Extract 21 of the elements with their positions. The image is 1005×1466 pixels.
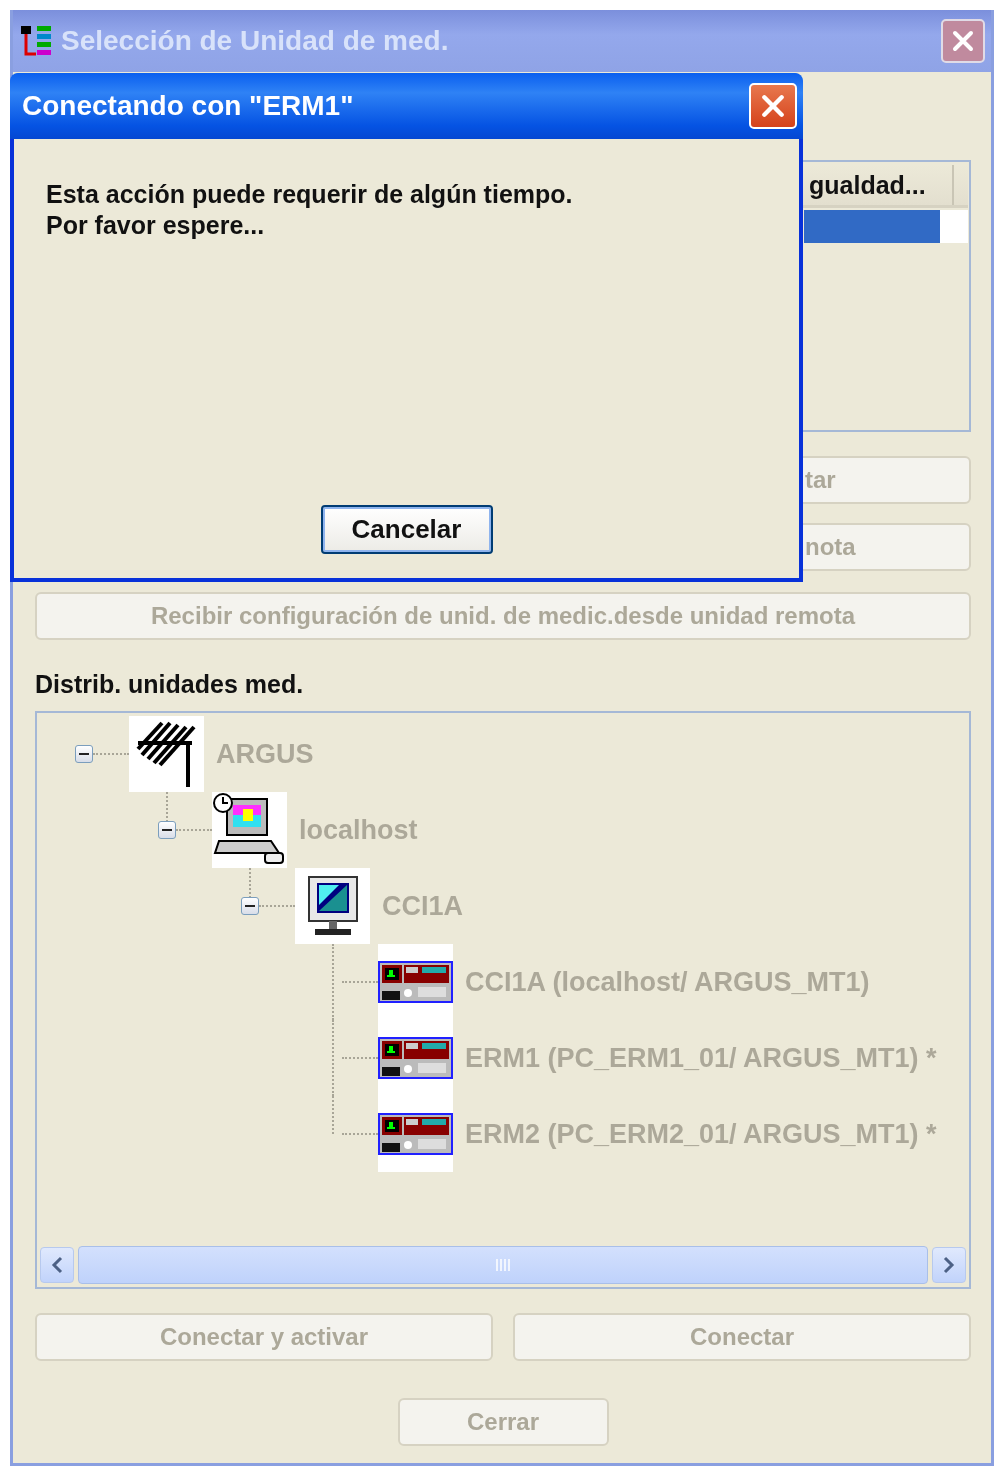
tree-item-label[interactable]: ERM2 (PC_ERM2_01/ ARGUS_MT1) * — [465, 1118, 937, 1150]
collapse-toggle[interactable] — [158, 821, 176, 839]
cancel-button[interactable]: Cancelar — [320, 505, 493, 554]
scroll-right-button[interactable] — [932, 1247, 966, 1283]
tree-item-label[interactable]: CCI1A (localhost/ ARGUS_MT1) — [465, 966, 870, 998]
close-icon — [951, 29, 975, 53]
collapse-toggle[interactable] — [241, 897, 259, 915]
tree-item-label[interactable]: localhost — [299, 814, 418, 846]
tree-app-icon — [19, 24, 53, 58]
tree-item-label[interactable]: CCI1A — [382, 890, 463, 922]
dialog-title: Conectando con "ERM1" — [22, 90, 355, 122]
window-title: Selección de Unidad de med. — [61, 25, 450, 57]
dialog-message: Esta acción puede requerir de algún tiempo. Por favor espere... — [46, 179, 573, 241]
collapse-toggle[interactable] — [75, 745, 93, 763]
list-row[interactable] — [804, 210, 968, 243]
tree-label: Distrib. unidades med. — [35, 670, 305, 699]
tree-item-label[interactable]: ERM1 (PC_ERM1_01/ ARGUS_MT1) * — [465, 1042, 937, 1074]
scroll-left-button[interactable] — [40, 1247, 74, 1283]
computer-icon — [212, 793, 287, 867]
close-icon — [760, 93, 786, 119]
tree-item-label[interactable]: ARGUS — [216, 738, 314, 770]
